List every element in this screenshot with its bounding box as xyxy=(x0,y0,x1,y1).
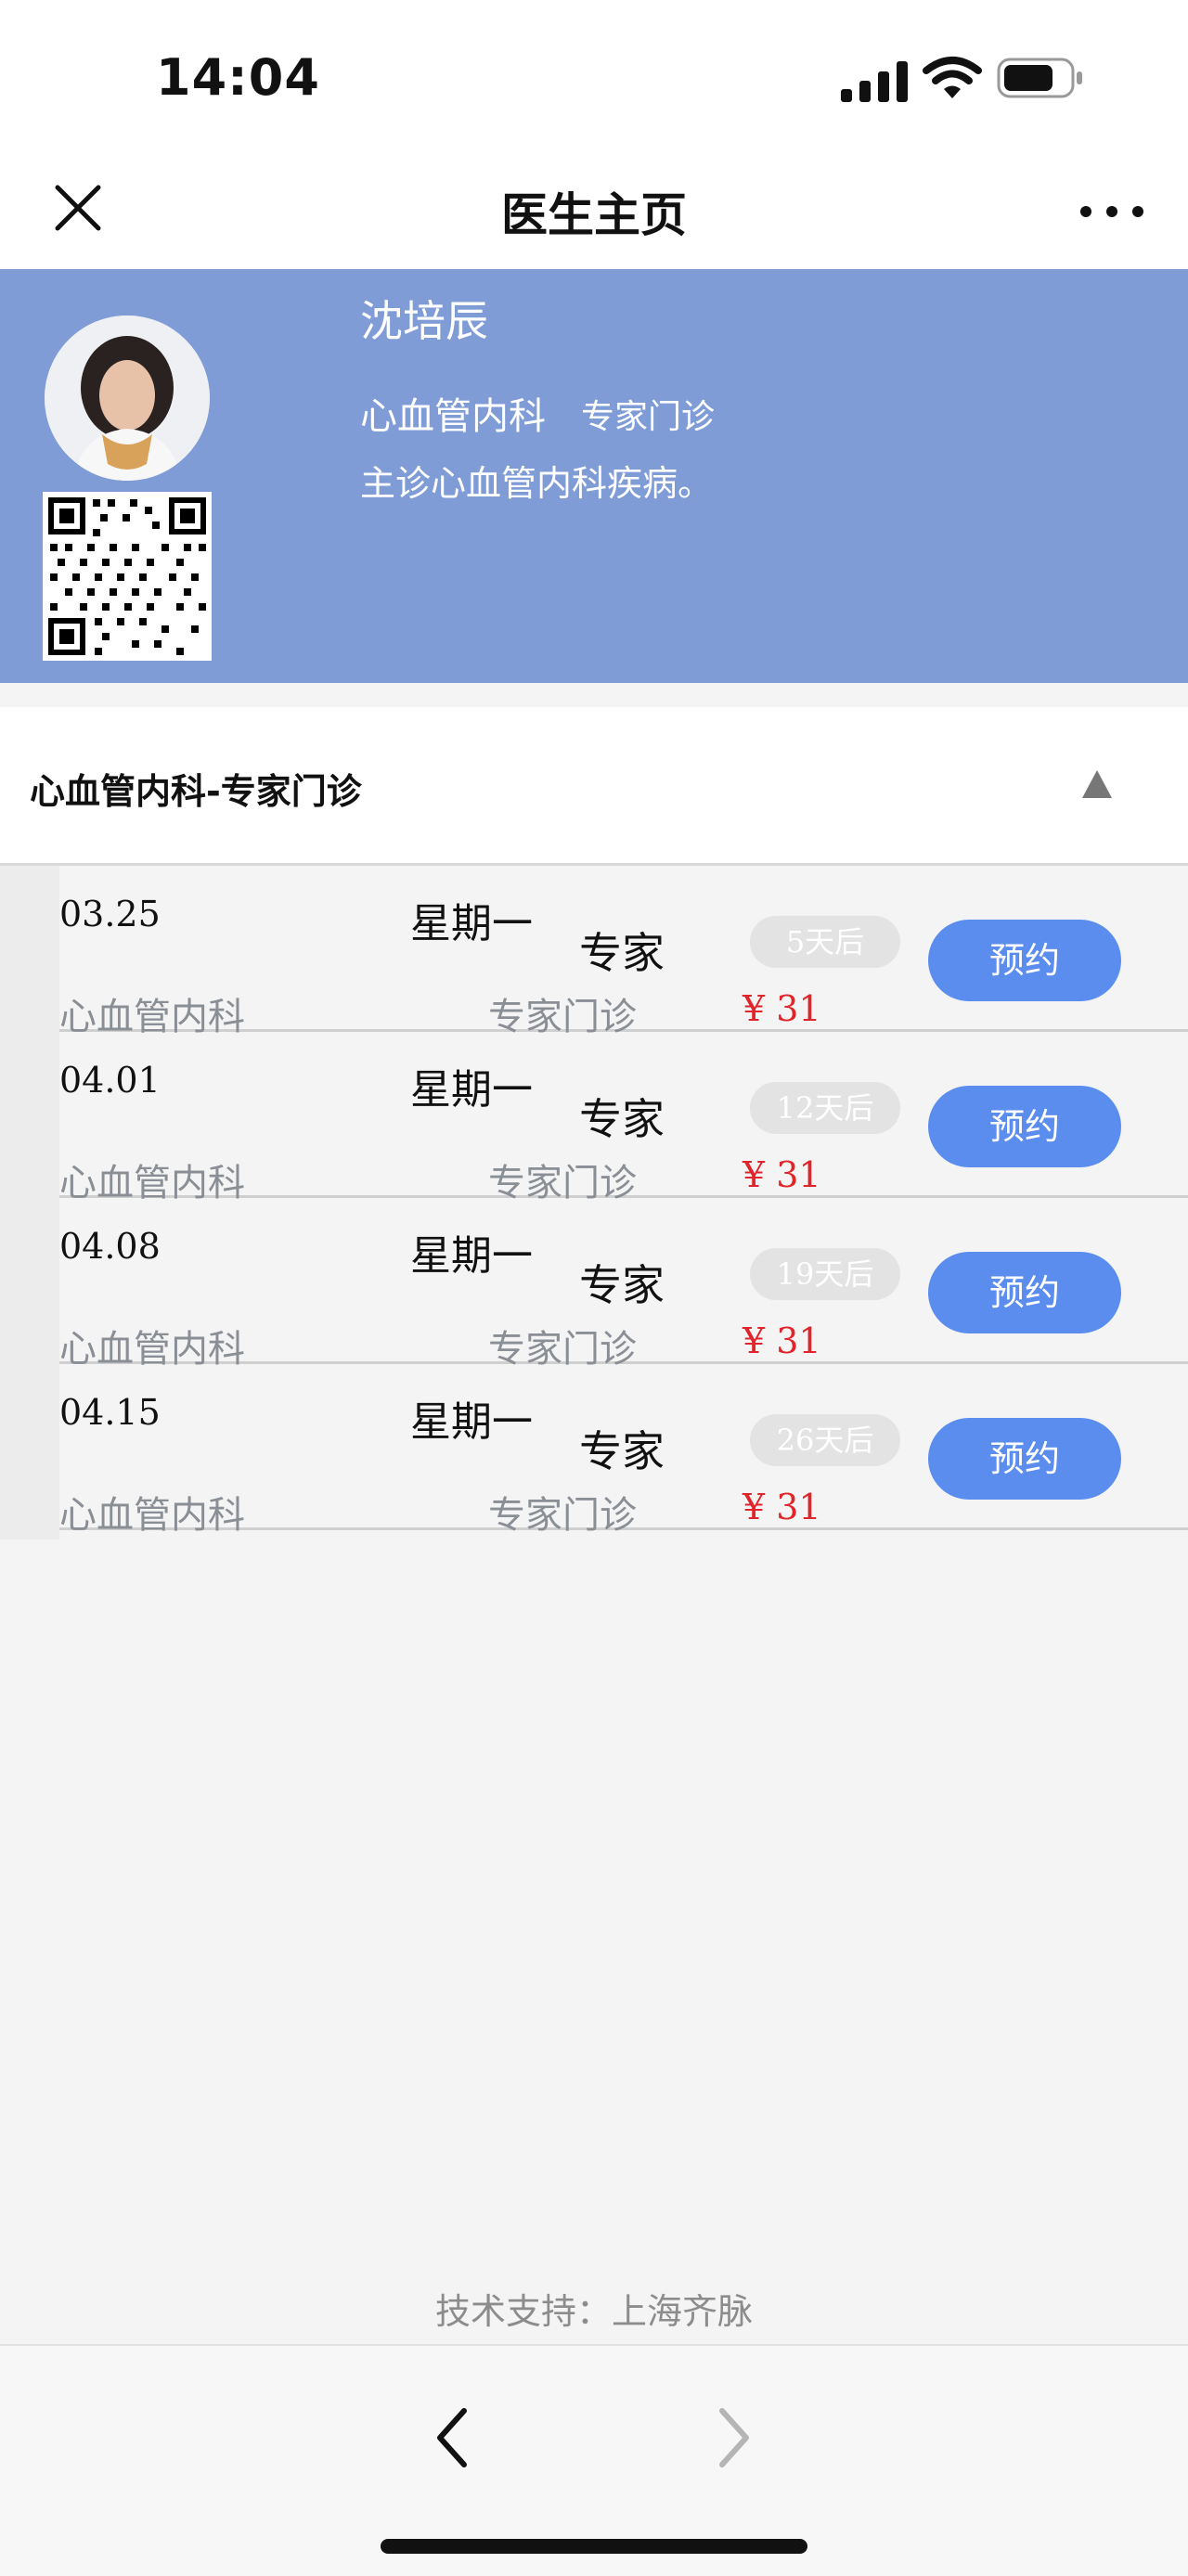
doctor-level: 专家 xyxy=(579,1426,665,1476)
wifi-icon xyxy=(923,57,982,98)
schedule-price: ¥ 31 xyxy=(742,988,821,1029)
status-time: 14:04 xyxy=(156,48,320,107)
book-button[interactable]: 预约 xyxy=(928,920,1121,1001)
doctor-name: 沈培辰 xyxy=(360,296,488,346)
nav-bar: 医生主页 xyxy=(0,158,1188,269)
schedule-weekday: 星期一 xyxy=(410,1066,533,1114)
schedule-price: ¥ 31 xyxy=(742,1320,821,1361)
book-button[interactable]: 预约 xyxy=(928,1252,1121,1333)
schedule-date: 04.15 xyxy=(59,1392,161,1433)
schedule-date: 04.01 xyxy=(59,1060,161,1101)
doctor-level: 专家 xyxy=(579,1260,665,1310)
schedule-clinic: 专家门诊 xyxy=(488,1494,637,1537)
countdown-badge: 5天后 xyxy=(750,916,900,968)
doctor-department: 心血管内科 xyxy=(360,395,546,438)
doctor-level: 专家 xyxy=(579,1094,665,1144)
countdown-badge: 12天后 xyxy=(750,1082,900,1134)
schedule-weekday: 星期一 xyxy=(410,1232,533,1280)
doctor-profile-card: 沈培辰 心血管内科 专家门诊 主诊心血管内科疾病。 xyxy=(0,269,1188,683)
tech-support-note: 技术支持：上海齐脉 xyxy=(434,2291,753,2332)
schedule-row: 04.01 星期一 专家 12天后 预约 心血管内科 专家门诊 ¥ 31 xyxy=(59,1032,1188,1204)
qr-code-image xyxy=(43,492,212,661)
book-button[interactable]: 预约 xyxy=(928,1418,1121,1500)
chevron-left-icon[interactable] xyxy=(429,2403,475,2472)
schedule-price: ¥ 31 xyxy=(742,1154,821,1195)
schedule-department: 心血管内科 xyxy=(59,1494,245,1537)
schedule-row: 04.15 星期一 专家 26天后 预约 心血管内科 专家门诊 ¥ 31 xyxy=(59,1364,1188,1537)
countdown-badge: 26天后 xyxy=(750,1414,900,1466)
battery-icon xyxy=(997,58,1082,98)
browser-bottom-bar xyxy=(0,2344,1188,2576)
schedule-row: 03.25 星期一 专家 5天后 预约 心血管内科 专家门诊 ¥ 31 xyxy=(59,866,1188,1038)
doctor-level: 专家 xyxy=(579,928,665,978)
schedule-date: 04.08 xyxy=(59,1226,161,1267)
page-title: 医生主页 xyxy=(501,188,687,242)
doctor-clinic-type: 专家门诊 xyxy=(581,398,716,436)
countdown-badge: 19天后 xyxy=(750,1248,900,1300)
doctor-description: 主诊心血管内科疾病。 xyxy=(360,463,714,504)
schedule-price: ¥ 31 xyxy=(742,1487,821,1527)
schedule-weekday: 星期一 xyxy=(410,900,533,947)
cellular-signal-icon xyxy=(841,61,908,102)
schedule-section-header[interactable]: 心血管内科-专家门诊 xyxy=(0,707,1188,866)
section-title: 心血管内科-专家门诊 xyxy=(30,771,362,812)
schedule-weekday: 星期一 xyxy=(410,1398,533,1446)
triangle-up-icon[interactable] xyxy=(1080,768,1114,800)
status-bar: 14:04 xyxy=(0,0,1188,158)
chevron-right-icon[interactable] xyxy=(711,2403,757,2472)
home-indicator xyxy=(381,2539,807,2554)
schedule-row: 04.08 星期一 专家 19天后 预约 心血管内科 专家门诊 ¥ 31 xyxy=(59,1198,1188,1371)
schedule-date: 03.25 xyxy=(59,894,161,934)
book-button[interactable]: 预约 xyxy=(928,1086,1121,1167)
more-dots-icon[interactable] xyxy=(1075,193,1149,230)
doctor-avatar xyxy=(45,316,210,481)
